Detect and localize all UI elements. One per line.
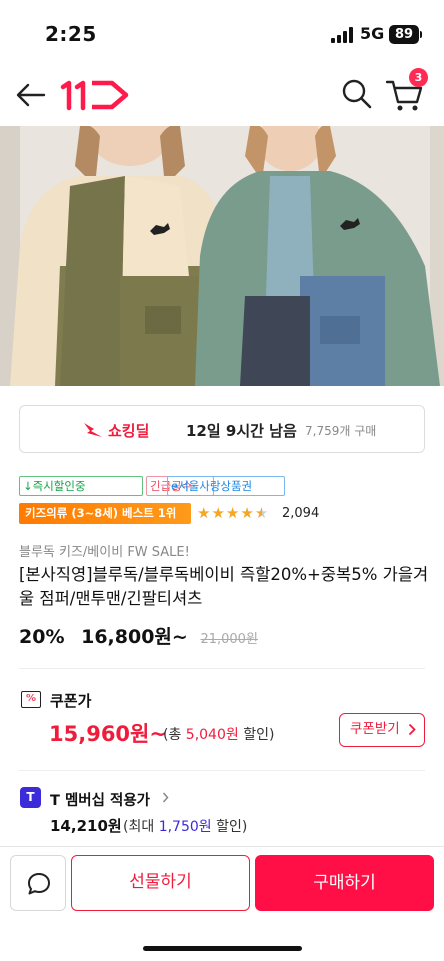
chevron-right-icon[interactable] [162,792,169,803]
coupon-discount-note: (총 5,040원 할인) [163,727,275,743]
tag-instant-discount: ↓즉시할인중 [19,476,143,496]
tag-seoul-voucher: e서울사랑상품권 [167,476,285,496]
best-rank-badge[interactable]: 키즈의류 (3~8세) 베스트 1위 [19,503,191,524]
deal-time-left: 12일 9시간 남음 [186,422,297,440]
get-coupon-label: 쿠폰받기 [350,721,400,737]
product-title: [본사직영]블루독/블루독베이비 즉할20%+중복5% 가을겨울 점퍼/맨투맨/… [19,565,429,608]
shocking-deal-icon [84,423,102,437]
t-membership-icon: T [20,787,41,808]
buy-button[interactable]: 구매하기 [255,855,434,911]
search-icon[interactable] [340,77,374,111]
chevron-right-icon [408,723,416,736]
t-membership-price: 14,210원 [50,817,122,835]
sale-price: 16,800원~ [81,626,188,648]
divider [19,770,425,771]
brand-line[interactable]: 블루독 키즈/베이비 FW SALE! [19,541,190,560]
status-time: 2:25 [45,22,97,46]
top-nav [0,66,444,126]
status-bar: 2:25 5G 89 [0,0,444,66]
battery-icon: 89 [389,25,419,44]
chat-bubble-icon [28,873,50,895]
deal-purchase-count: 7,759개 구매 [305,424,377,438]
original-price: 21,000원 [200,632,258,647]
discount-rate: 20% [19,626,65,648]
battery-tip [420,31,422,38]
shocking-deal-banner[interactable]: 쇼킹딜 12일 9시간 남음 7,759개 구매 [19,405,425,453]
t-membership-note: (최대 1,750원 할인) [123,819,248,835]
star-icon: ★ [211,504,226,522]
11st-logo[interactable] [60,75,130,115]
coupon-price: 15,960원~ [49,722,167,746]
gift-button[interactable]: 선물하기 [71,855,250,911]
t-membership-label[interactable]: T 멤버십 적용가 [50,789,150,810]
star-icon: ★ [197,504,212,522]
coupon-discount-amount: 5,040원 [185,727,239,743]
star-icon: ★ [225,504,241,522]
deal-label: 쇼킹딜 [108,422,150,440]
star-icon: ★ [240,504,255,522]
product-photo [0,126,444,386]
home-indicator [143,946,302,951]
coupon-label: 쿠폰가 [50,692,92,710]
cart-count-badge: 3 [409,68,428,87]
network-label: 5G [360,24,385,43]
bottom-action-bar: 선물하기 구매하기 [0,846,444,961]
t-membership-discount-amount: 1,750원 [158,819,212,835]
chat-button[interactable] [10,855,66,911]
rating-stars: ★★★★★ [197,503,269,524]
divider [19,668,425,669]
price-row: 20% 16,800원~ 21,000원 [19,622,258,649]
product-image[interactable] [0,126,444,386]
get-coupon-button[interactable]: 쿠폰받기 [339,713,425,747]
signal-icon [331,27,355,43]
back-arrow-icon[interactable] [14,78,48,112]
review-count[interactable]: 2,094 [282,506,319,521]
coupon-icon: % [21,691,41,708]
star-half-icon: ★ [254,504,270,522]
